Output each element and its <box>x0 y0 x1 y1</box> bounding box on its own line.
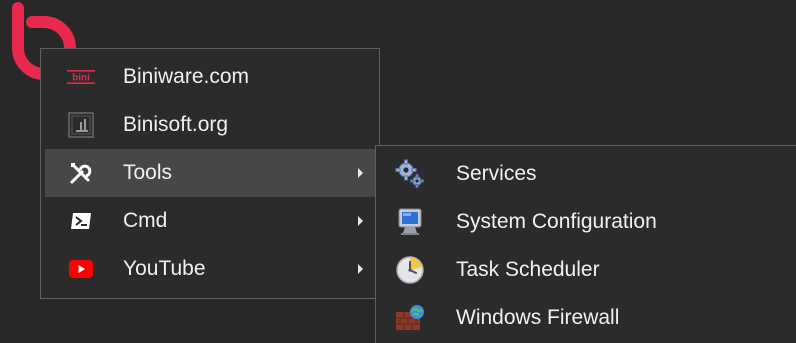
menu-item-label: Cmd <box>123 209 168 232</box>
menu-item-label: Tools <box>123 161 173 184</box>
submenu-item-task-scheduler[interactable]: Task Scheduler <box>376 246 796 294</box>
tools-icon <box>65 157 97 189</box>
clock-icon <box>394 254 426 286</box>
submenu-item-system-configuration[interactable]: System Configuration <box>376 198 796 246</box>
youtube-icon <box>65 253 97 285</box>
submenu-item-label: Task Scheduler <box>456 258 600 281</box>
submenu-arrow-icon <box>358 216 363 226</box>
submenu-arrow-icon <box>358 168 363 178</box>
submenu-item-label: Services <box>456 162 537 185</box>
monitor-icon <box>394 206 426 238</box>
menu-item-binisoft[interactable]: Binisoft.org <box>45 101 375 149</box>
menu-item-tools[interactable]: Tools <box>45 149 375 197</box>
menu-item-label: Binisoft.org <box>123 113 229 136</box>
svg-text:bini: bini <box>72 73 90 84</box>
menu-item-label: YouTube <box>123 257 206 280</box>
firewall-icon <box>394 302 426 334</box>
gears-icon <box>394 158 426 190</box>
submenu-item-services[interactable]: Services <box>376 150 796 198</box>
tools-submenu: Services System Configuration Task Sched… <box>375 145 796 343</box>
terminal-icon <box>65 205 97 237</box>
submenu-item-label: Windows Firewall <box>456 306 620 329</box>
context-menu: bini Biniware.com Binisoft.org Tools Cmd… <box>40 48 380 299</box>
submenu-arrow-icon <box>358 264 363 274</box>
submenu-item-label: System Configuration <box>456 210 657 233</box>
menu-item-biniware[interactable]: bini Biniware.com <box>45 53 375 101</box>
menu-item-youtube[interactable]: YouTube <box>45 245 375 293</box>
biniware-logo-icon: bini <box>65 61 97 93</box>
desktop: bini Biniware.com Binisoft.org Tools Cmd… <box>0 0 796 343</box>
binisoft-logo-icon <box>65 109 97 141</box>
menu-item-label: Biniware.com <box>123 65 250 88</box>
menu-item-cmd[interactable]: Cmd <box>45 197 375 245</box>
submenu-item-windows-firewall[interactable]: Windows Firewall <box>376 294 796 342</box>
